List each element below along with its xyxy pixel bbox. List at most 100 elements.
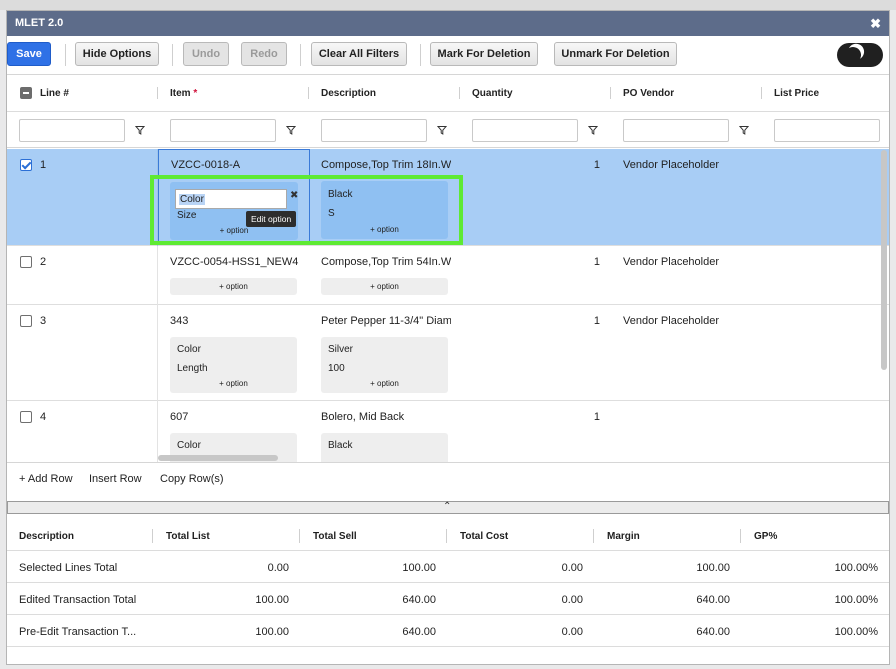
table-row[interactable]: 1 VZCC-0018-A Color ✖ Size Edit option +… <box>7 149 889 246</box>
row-checkbox[interactable] <box>20 256 32 268</box>
add-option-link[interactable]: + option <box>170 282 297 291</box>
po-vendor-value: Vendor Placeholder <box>623 315 720 327</box>
totals-header-total-cost: Total Cost <box>460 531 509 542</box>
filter-icon[interactable] <box>437 125 447 135</box>
filter-input-line[interactable] <box>19 119 125 142</box>
description-options-box: Black S + option <box>321 181 448 239</box>
totals-row-label: Selected Lines Total <box>19 562 118 574</box>
mark-for-deletion-button[interactable]: Mark For Deletion <box>430 42 538 66</box>
column-header-item-label: Item <box>170 88 191 99</box>
table-row[interactable]: 2 VZCC-0054-HSS1_NEW4 + option Compose,T… <box>7 246 889 305</box>
description-options-box: + option <box>321 278 448 295</box>
totals-row: Selected Lines Total 0.00 100.00 0.00 10… <box>7 551 889 583</box>
clear-all-filters-button[interactable]: Clear All Filters <box>311 42 407 66</box>
option-name[interactable]: Color <box>177 344 201 355</box>
option-name[interactable]: Color <box>177 440 201 451</box>
save-button[interactable]: Save <box>7 42 51 66</box>
filter-input-quantity[interactable] <box>472 119 578 142</box>
column-header-description[interactable]: Description <box>321 88 376 99</box>
option-value[interactable]: Black <box>328 440 352 451</box>
filter-icon[interactable] <box>286 125 296 135</box>
filter-icon[interactable] <box>588 125 598 135</box>
totals-header-gp: GP% <box>754 531 778 542</box>
column-header-po-vendor[interactable]: PO Vendor <box>623 88 674 99</box>
totals-header-margin: Margin <box>607 531 640 542</box>
copy-rows-button[interactable]: Copy Row(s) <box>160 473 224 485</box>
total-cost-value: 0.00 <box>561 594 583 606</box>
row-checkbox[interactable] <box>20 315 32 327</box>
background-strip <box>0 0 896 10</box>
column-divider <box>299 529 300 543</box>
line-number: 1 <box>40 159 47 171</box>
totals-table: Description Total List Total Sell Total … <box>7 519 889 664</box>
theme-toggle[interactable] <box>837 43 883 67</box>
row-checkbox[interactable] <box>20 159 32 171</box>
option-value[interactable]: Silver <box>328 344 353 355</box>
item-code: 607 <box>170 411 189 423</box>
quantity-value: 1 <box>593 256 600 268</box>
filter-icon[interactable] <box>739 125 749 135</box>
insert-row-button[interactable]: Insert Row <box>89 473 142 485</box>
active-item-cell[interactable]: VZCC-0018-A Color ✖ Size Edit option + o… <box>158 149 310 245</box>
table-row[interactable]: 4 607 Color Bolero, Mid Back Black 1 <box>7 401 889 462</box>
add-option-link[interactable]: + option <box>321 225 448 234</box>
option-name-input[interactable]: Color <box>175 189 287 209</box>
total-cost-value: 0.00 <box>561 562 583 574</box>
po-vendor-value: Vendor Placeholder <box>623 256 720 268</box>
totals-header-total-list: Total List <box>166 531 210 542</box>
option-name-value: Color <box>179 194 205 205</box>
remove-option-icon[interactable]: ✖ <box>290 190 298 201</box>
table-row[interactable]: 3 343 Color Length + option Peter Pepper… <box>7 305 889 401</box>
column-header-line[interactable]: Line # <box>40 88 69 99</box>
vertical-scrollbar[interactable] <box>881 150 887 370</box>
collapse-chevron-icon[interactable]: ⌃ <box>443 501 451 512</box>
add-row-button[interactable]: + Add Row <box>19 473 73 485</box>
unmark-for-deletion-button[interactable]: Unmark For Deletion <box>554 42 677 66</box>
quantity-value: 1 <box>593 159 600 171</box>
toolbar: Save Hide Options Undo Redo Clear All Fi… <box>7 36 889 74</box>
horizontal-scrollbar[interactable] <box>158 455 278 461</box>
item-description: Peter Pepper 11-3/4" Diam <box>321 315 451 327</box>
margin-value: 100.00 <box>696 562 730 574</box>
option-value[interactable]: Black <box>328 189 352 200</box>
mlet-dialog: MLET 2.0 ✖ Save Hide Options Undo Redo C… <box>6 10 890 665</box>
line-number: 3 <box>40 315 47 327</box>
item-description: Compose,Top Trim 54In.W <box>321 256 451 268</box>
column-divider <box>308 87 309 99</box>
item-description: Compose,Top Trim 18In.W, <box>321 159 451 171</box>
column-divider <box>157 87 158 99</box>
filter-icon[interactable] <box>135 125 145 135</box>
panel-splitter[interactable]: ⌃ <box>7 501 889 514</box>
column-divider <box>740 529 741 543</box>
row-checkbox[interactable] <box>20 411 32 423</box>
option-value[interactable]: S <box>328 208 335 219</box>
option-name[interactable]: Length <box>177 363 208 374</box>
column-header-list-price[interactable]: List Price <box>774 88 819 99</box>
add-option-link[interactable]: + option <box>321 282 448 291</box>
column-header-item[interactable]: Item * <box>170 88 197 99</box>
description-options-box: Black <box>321 433 448 462</box>
option-name[interactable]: Size <box>177 210 196 221</box>
grid-header: Line # Item * Description Quantity PO Ve… <box>7 75 889 112</box>
filter-input-description[interactable] <box>321 119 427 142</box>
filter-input-list-price[interactable] <box>774 119 880 142</box>
total-sell-value: 100.00 <box>402 562 436 574</box>
column-divider <box>593 529 594 543</box>
filter-input-item[interactable] <box>170 119 276 142</box>
column-header-quantity[interactable]: Quantity <box>472 88 513 99</box>
select-all-checkbox[interactable] <box>20 87 32 99</box>
cell-divider <box>157 305 158 401</box>
toolbar-divider <box>300 44 301 66</box>
filter-input-po-vendor[interactable] <box>623 119 729 142</box>
margin-value: 640.00 <box>696 594 730 606</box>
po-vendor-value: Vendor Placeholder <box>623 159 720 171</box>
add-option-link[interactable]: + option <box>321 379 448 388</box>
hide-options-button[interactable]: Hide Options <box>75 42 159 66</box>
redo-button[interactable]: Redo <box>241 42 287 66</box>
grid-footer: + Add Row Insert Row Copy Row(s) <box>7 462 889 498</box>
add-option-link[interactable]: + option <box>170 226 298 235</box>
option-value[interactable]: 100 <box>328 363 345 374</box>
undo-button[interactable]: Undo <box>183 42 229 66</box>
add-option-link[interactable]: + option <box>170 379 297 388</box>
close-icon[interactable]: ✖ <box>870 16 881 32</box>
